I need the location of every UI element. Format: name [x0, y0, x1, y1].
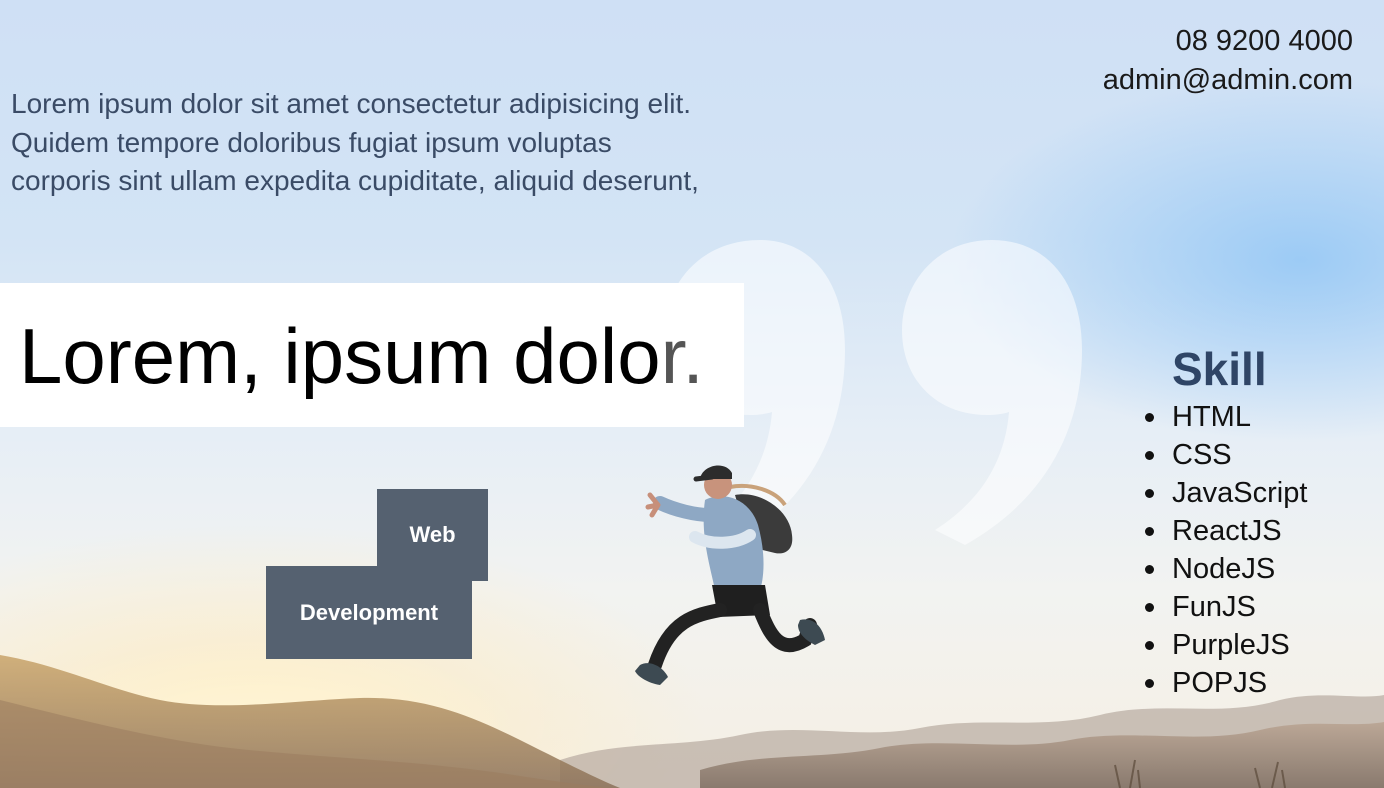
phone-number[interactable]: 08 9200 4000: [1103, 22, 1353, 61]
jumping-person-image: [635, 465, 825, 685]
web-tag-label: Web: [409, 522, 456, 547]
skill-item: NodeJS: [1144, 550, 1307, 588]
skill-item: FunJS: [1144, 588, 1307, 626]
skill-item: POPJS: [1144, 664, 1307, 702]
intro-paragraph: Lorem ipsum dolor sit amet consectetur a…: [11, 88, 699, 196]
skills-section: Skill HTML CSS JavaScript ReactJS NodeJS…: [1140, 340, 1307, 702]
development-tag-label: Development: [299, 599, 439, 625]
development-tag: Development: [266, 566, 472, 659]
skill-item: ReactJS: [1144, 512, 1307, 550]
skill-item: HTML: [1144, 398, 1307, 436]
page-title: Lorem, ipsum dolor.: [19, 310, 704, 402]
page-title-main: Lorem, ipsum dolo: [19, 312, 661, 400]
skill-item: CSS: [1144, 436, 1307, 474]
page-title-tail: r.: [660, 312, 704, 400]
hero-section: 08 9200 4000 admin@admin.com Lorem ipsum…: [0, 0, 1384, 788]
skill-item: PurpleJS: [1144, 626, 1307, 664]
skills-title: Skill: [1172, 343, 1267, 395]
skills-list: HTML CSS JavaScript ReactJS NodeJS FunJS…: [1140, 398, 1307, 702]
contact-info: 08 9200 4000 admin@admin.com: [1103, 22, 1353, 100]
skill-item: JavaScript: [1144, 474, 1307, 512]
email-address[interactable]: admin@admin.com: [1103, 61, 1353, 100]
